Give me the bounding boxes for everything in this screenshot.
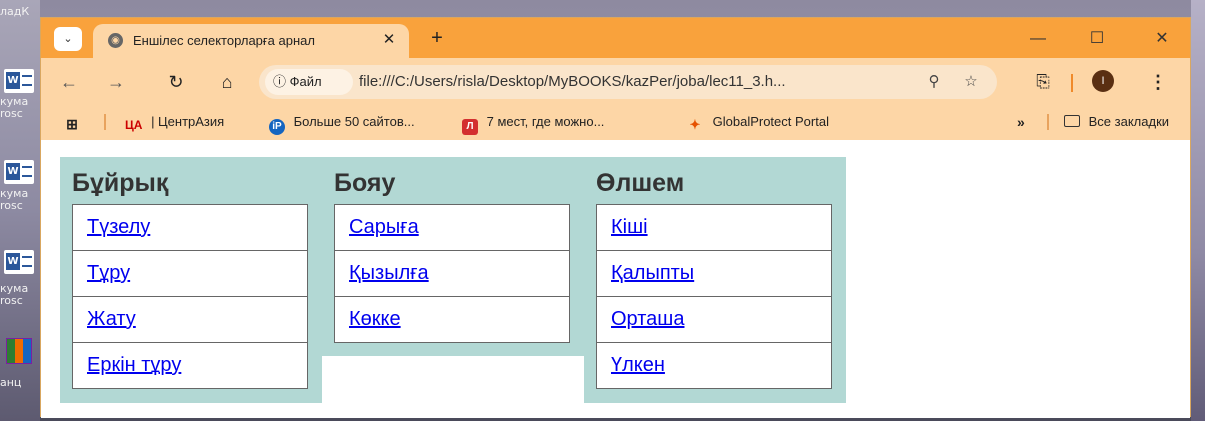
toolbar-divider [1071, 74, 1073, 92]
reload-icon[interactable]: ↻ [164, 70, 188, 94]
address-bar[interactable]: ⓘ Файл file:///C:/Users/risla/Desktop/My… [259, 65, 997, 99]
desktop-background-right [1191, 0, 1205, 421]
bookmark-item[interactable]: ЦА | ЦентрАзия [125, 113, 225, 132]
site-info-chip[interactable]: ⓘ Файл [265, 69, 353, 95]
link-list: Кіші Қалыпты Орташа Үлкен [596, 204, 832, 389]
file-chip-label: Файл [289, 74, 322, 89]
extensions-icon[interactable]: ⎘ [1031, 70, 1055, 94]
list-item: Жату [72, 296, 308, 343]
minimize-icon[interactable]: — [1026, 27, 1050, 51]
bookmarks-bar: ⊞ ЦА | ЦентрАзия iP Больше 50 сайтов... … [41, 104, 1190, 140]
column-heading: Өлшем [596, 169, 685, 197]
list-item: Орташа [596, 296, 832, 343]
ca-icon: ЦА [125, 118, 143, 132]
zoom-icon[interactable]: ⚲ [923, 71, 945, 93]
bookmarks-divider [1047, 114, 1049, 130]
desktop-label: кума [0, 96, 29, 108]
desktop-label: кума [0, 283, 29, 295]
link-saryga[interactable]: Сарыға [349, 216, 419, 239]
word-document-icon[interactable]: W [4, 160, 34, 184]
home-icon[interactable]: ⌂ [215, 70, 239, 94]
link-qyzylga[interactable]: Қызылға [349, 262, 429, 285]
desktop-label: ладК [0, 6, 30, 18]
list-item: Кіші [596, 204, 832, 251]
tab-search-button[interactable]: ⌄ [54, 27, 82, 51]
bookmark-label: GlobalProtect Portal [712, 114, 829, 129]
bookmarks-divider [104, 114, 106, 130]
active-tab[interactable]: ◉ Еншілес селекторларға арнал ✕ [93, 24, 409, 58]
tab-title: Еншілес селекторларға арнал [133, 33, 315, 48]
info-icon: ⓘ [273, 74, 287, 89]
link-qalypty[interactable]: Қалыпты [611, 262, 694, 285]
maximize-icon[interactable]: ☐ [1085, 27, 1109, 51]
title-bar: ⌄ ◉ Еншілес селекторларға арнал ✕ + — ☐ … [41, 18, 1190, 58]
bookmark-label: Больше 50 сайтов... [293, 114, 415, 129]
bookmark-item[interactable]: ✦ GlobalProtect Portal [686, 113, 829, 132]
bookmark-item[interactable]: iP Больше 50 сайтов... [269, 113, 415, 135]
link-kishi[interactable]: Кіші [611, 216, 648, 239]
url-text[interactable]: file:///C:/Users/risla/Desktop/MyBOOKS/k… [359, 73, 917, 90]
desktop-background: ладК W кума rosc W кума rosc W кума rosc… [0, 0, 40, 421]
link-ortasha[interactable]: Орташа [611, 308, 684, 331]
list-item: Түзелу [72, 204, 308, 251]
all-bookmarks-button[interactable]: Все закладки [1064, 113, 1169, 131]
bookmark-label: 7 мест, где можно... [486, 114, 605, 129]
list-item: Еркін тұру [72, 342, 308, 389]
word-document-icon[interactable]: W [4, 250, 34, 274]
list-item: Сарыға [334, 204, 570, 251]
link-list: Сарыға Қызылға Көкке [334, 204, 570, 343]
ip-icon: iP [269, 119, 285, 135]
link-zhatu[interactable]: Жату [87, 308, 136, 331]
word-document-icon[interactable]: W [4, 69, 34, 93]
page-content: Бұйрық Түзелу Тұру Жату Еркін тұру Бояу … [41, 140, 1190, 418]
desktop-label: rosc [0, 108, 23, 120]
globalprotect-icon: ✦ [689, 117, 701, 132]
bookmark-item[interactable]: Л 7 мест, где можно... [462, 113, 605, 135]
list-item: Тұру [72, 250, 308, 297]
bookmark-star-icon[interactable]: ☆ [960, 71, 982, 93]
back-arrow-icon[interactable]: ← [57, 70, 81, 94]
column-command: Бұйрық Түзелу Тұру Жату Еркін тұру [60, 157, 322, 403]
link-ulken[interactable]: Үлкен [611, 354, 665, 377]
navigation-toolbar: ← → ↻ ⌂ ⓘ Файл file:///C:/Users/risla/De… [41, 58, 1190, 104]
column-heading: Бұйрық [72, 169, 169, 197]
more-menu-icon[interactable]: ⋮ [1146, 70, 1170, 94]
desktop-label: кума [0, 188, 29, 200]
more-bookmarks-icon[interactable]: » [1017, 113, 1025, 131]
browser-window: ⌄ ◉ Еншілес селекторларға арнал ✕ + — ☐ … [40, 17, 1191, 418]
column-heading: Бояу [334, 169, 396, 197]
desktop-label: rosc [0, 295, 23, 307]
folder-icon [1064, 115, 1080, 127]
desktop-label: анц [0, 377, 22, 389]
link-kokke[interactable]: Көкке [349, 308, 401, 331]
globe-icon: ◉ [108, 33, 123, 48]
list-item: Қалыпты [596, 250, 832, 297]
link-turu[interactable]: Тұру [87, 262, 130, 285]
column-color: Бояу Сарыға Қызылға Көкке [322, 157, 584, 356]
desktop-label: rosc [0, 200, 23, 212]
bookmark-label: | ЦентрАзия [151, 114, 225, 129]
forward-arrow-icon[interactable]: → [104, 70, 128, 94]
column-size: Өлшем Кіші Қалыпты Орташа Үлкен [584, 157, 846, 403]
link-tuzelu[interactable]: Түзелу [87, 216, 150, 239]
new-tab-button[interactable]: + [425, 27, 449, 51]
apps-grid-icon[interactable]: ⊞ [64, 113, 85, 132]
close-window-icon[interactable]: ✕ [1150, 27, 1174, 51]
list-item: Көкке [334, 296, 570, 343]
list-item: Қызылға [334, 250, 570, 297]
link-erkin-turu[interactable]: Еркін тұру [87, 354, 181, 377]
link-list: Түзелу Тұру Жату Еркін тұру [72, 204, 308, 389]
close-tab-icon[interactable]: ✕ [379, 30, 399, 50]
list-item: Үлкен [596, 342, 832, 389]
chevron-down-icon: ⌄ [63, 33, 73, 45]
profile-avatar[interactable]: I [1092, 70, 1114, 92]
all-bookmarks-label: Все закладки [1088, 114, 1170, 129]
winrar-archive-icon[interactable] [6, 338, 32, 364]
l-icon: Л [462, 119, 478, 135]
